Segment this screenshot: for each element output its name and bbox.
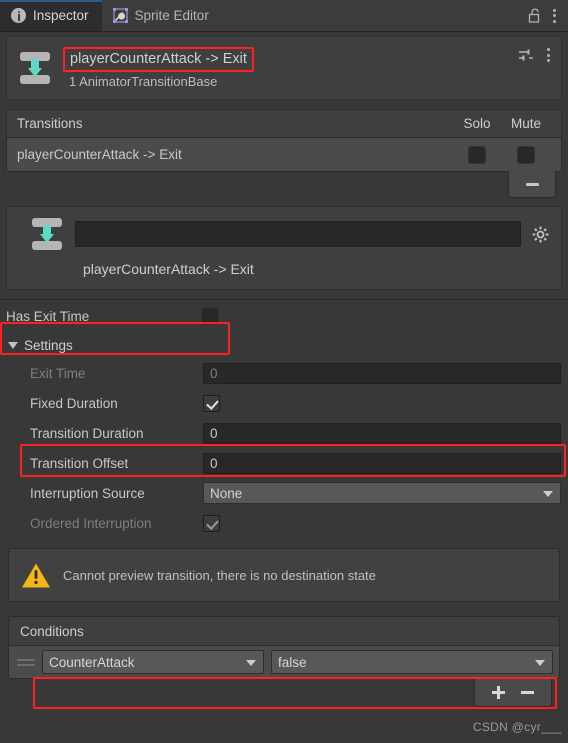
transitions-list-header: Transitions Solo Mute xyxy=(7,110,561,138)
window-menu-icon[interactable] xyxy=(553,8,557,24)
transitions-header-label: Transitions xyxy=(17,116,83,131)
transition-display-name: playerCounterAttack -> Exit xyxy=(83,261,254,277)
highlight-condition-row xyxy=(33,677,557,709)
column-mute: Mute xyxy=(510,116,541,131)
transition-name-row xyxy=(7,217,561,251)
interruption-source-label: Interruption Source xyxy=(30,485,145,501)
condition-parameter-dropdown[interactable]: CounterAttack xyxy=(42,650,264,674)
column-solo: Solo xyxy=(463,116,491,131)
transition-row-label: playerCounterAttack -> Exit xyxy=(17,147,182,162)
warning-text: Cannot preview transition, there is no d… xyxy=(63,567,376,583)
object-header-actions xyxy=(518,47,551,63)
transition-detail-panel: playerCounterAttack -> Exit xyxy=(6,206,562,290)
ordered-interruption-checkbox[interactable] xyxy=(203,514,220,532)
transition-duration-input[interactable]: 0 xyxy=(203,422,561,444)
unity-inspector-window: Inspector Sprite Editor playerCounterAtt… xyxy=(0,0,568,743)
highlight-transition-duration xyxy=(20,444,566,477)
tab-inspector[interactable]: Inspector xyxy=(0,0,102,31)
tab-sprite-editor-label: Sprite Editor xyxy=(134,8,209,23)
interruption-source-value: None xyxy=(210,485,243,501)
row-interruption-source: Interruption Source None xyxy=(0,478,568,508)
remove-transition-button[interactable] xyxy=(508,171,556,198)
condition-value-value: false xyxy=(278,654,307,670)
fixed-duration-checkbox[interactable] xyxy=(203,394,220,412)
conditions-panel: Conditions CounterAttack false xyxy=(8,616,560,679)
conditions-header: Conditions xyxy=(9,617,559,646)
window-controls xyxy=(524,0,568,31)
row-ordered-interruption: Ordered Interruption xyxy=(0,508,568,538)
transition-name-input[interactable] xyxy=(75,221,521,247)
animator-transition-icon xyxy=(30,217,64,251)
fixed-duration-label: Fixed Duration xyxy=(30,395,118,411)
interruption-source-dropdown[interactable]: None xyxy=(203,482,561,504)
chevron-down-icon xyxy=(535,660,545,666)
condition-value-dropdown[interactable]: false xyxy=(271,650,553,674)
mute-checkbox-cell xyxy=(501,145,551,164)
object-header-texts: playerCounterAttack -> Exit 1 AnimatorTr… xyxy=(63,47,254,89)
list-item: CounterAttack false xyxy=(9,646,559,678)
chevron-down-icon xyxy=(246,660,256,666)
table-row[interactable]: playerCounterAttack -> Exit xyxy=(7,138,561,171)
lock-open-icon[interactable] xyxy=(528,8,541,23)
solo-checkbox[interactable] xyxy=(468,145,486,164)
info-icon xyxy=(11,8,26,23)
tab-bar-spacer xyxy=(221,0,524,31)
animator-transition-icon xyxy=(18,51,52,85)
transition-duration-label: Transition Duration xyxy=(30,425,144,441)
object-menu-icon[interactable] xyxy=(547,47,551,63)
chevron-down-icon xyxy=(543,491,553,497)
row-exit-time: Exit Time 0 xyxy=(0,358,568,388)
exit-time-label: Exit Time xyxy=(30,365,86,381)
transitions-panel: Transitions Solo Mute playerCounterAttac… xyxy=(6,109,562,172)
page-title: playerCounterAttack -> Exit xyxy=(63,47,254,72)
warning-box: Cannot preview transition, there is no d… xyxy=(8,548,560,602)
exit-time-input[interactable]: 0 xyxy=(203,362,561,384)
gear-icon[interactable] xyxy=(532,226,549,243)
drag-handle-icon[interactable] xyxy=(17,655,35,669)
sprite-editor-icon xyxy=(112,8,128,23)
warning-triangle-icon xyxy=(21,562,51,589)
tab-sprite-editor[interactable]: Sprite Editor xyxy=(102,0,222,31)
tab-inspector-label: Inspector xyxy=(33,8,89,23)
ordered-interruption-label: Ordered Interruption xyxy=(30,515,152,531)
tab-bar: Inspector Sprite Editor xyxy=(0,0,568,32)
watermark: CSDN @cyr___ xyxy=(472,720,562,734)
object-subtitle: 1 AnimatorTransitionBase xyxy=(69,74,218,89)
solo-checkbox-cell xyxy=(453,145,501,164)
preset-icon[interactable] xyxy=(518,48,534,62)
transitions-toolbar xyxy=(6,171,562,198)
mute-checkbox[interactable] xyxy=(517,145,535,164)
condition-parameter-value: CounterAttack xyxy=(49,654,135,670)
object-header: playerCounterAttack -> Exit 1 AnimatorTr… xyxy=(6,36,562,100)
highlight-has-exit-time xyxy=(0,322,230,355)
row-fixed-duration: Fixed Duration xyxy=(0,388,568,418)
